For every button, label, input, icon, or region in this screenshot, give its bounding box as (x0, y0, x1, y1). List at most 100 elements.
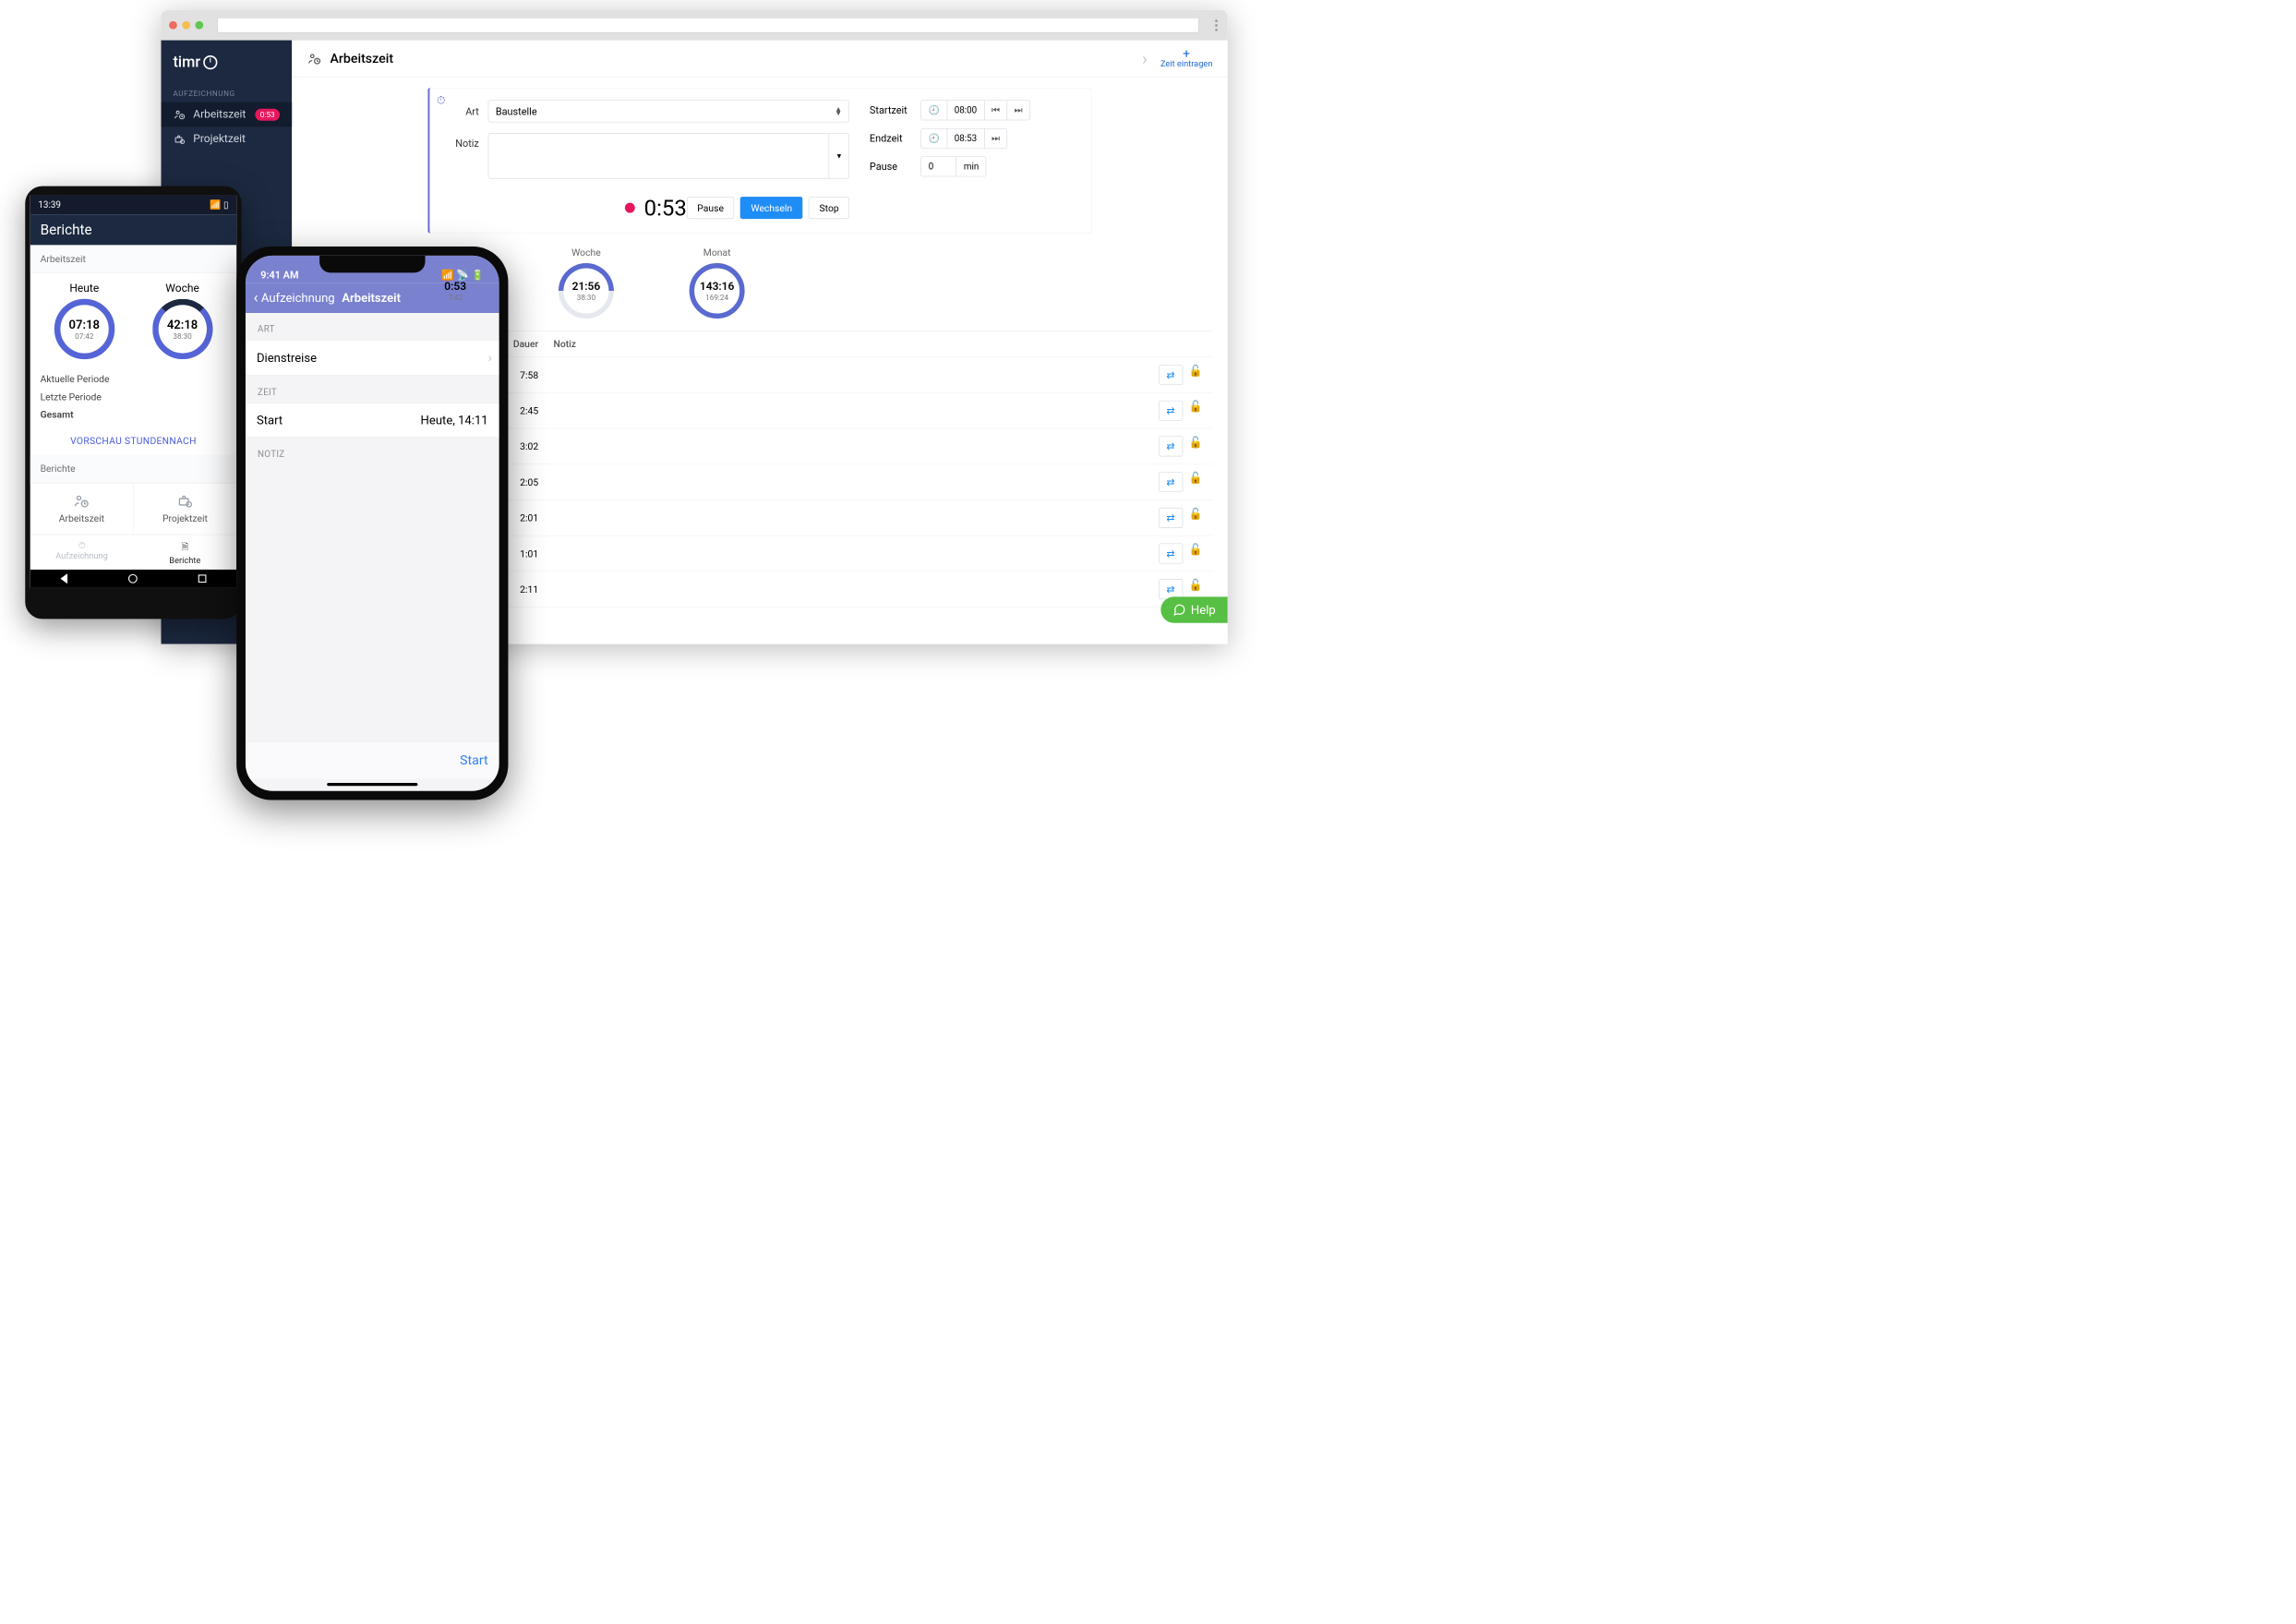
report-arbeitszeit-button[interactable]: Arbeitszeit (30, 484, 134, 535)
document-icon: 🗎 (182, 541, 188, 556)
period-item: Gesamt (41, 405, 227, 423)
sidebar-item-label: Arbeitszeit (193, 108, 246, 121)
summary-label: Woche (571, 247, 601, 259)
close-window-icon[interactable] (169, 21, 177, 30)
summary-sub: 38:30 (577, 293, 595, 302)
recents-icon[interactable] (198, 574, 207, 583)
back-chevron-icon[interactable]: ‹ (254, 289, 258, 307)
summary-woche: Woche 21:56 38:30 (559, 247, 614, 319)
url-bar[interactable] (217, 18, 1198, 32)
android-header: Berichte (30, 214, 236, 245)
briefcase-clock-icon (176, 494, 194, 509)
person-clock-icon (73, 494, 90, 509)
period-item: Aktuelle Periode (41, 370, 227, 388)
browser-chrome (161, 10, 1227, 41)
sidebar-item-arbeitszeit[interactable]: Arbeitszeit 0:53 (161, 102, 292, 127)
switch-icon[interactable]: ⇄ (1159, 437, 1183, 457)
time-entry-card: ⏱ Art Baustelle ▲▼ Notiz (427, 88, 1091, 234)
cell-label: Arbeitszeit (59, 512, 104, 524)
unlock-icon[interactable]: 🔓 (1189, 544, 1203, 564)
person-clock-icon (173, 109, 186, 120)
skip-back-icon[interactable]: ⏮ (984, 101, 1007, 120)
art-value: Dienstreise (257, 351, 317, 365)
switch-icon[interactable]: ⇄ (1159, 544, 1183, 564)
unlock-icon[interactable]: 🔓 (1189, 401, 1203, 421)
sidebar-item-label: Projektzeit (193, 133, 246, 146)
skip-forward-icon[interactable]: ⏭ (1007, 101, 1029, 120)
android-section-label: Arbeitszeit (30, 245, 236, 273)
startzeit-input[interactable]: 🕘 08:00 ⏮ ⏭ (921, 100, 1030, 120)
home-icon[interactable] (128, 574, 138, 583)
sidebar-item-projektzeit[interactable]: Projektzeit (161, 126, 292, 151)
section-zeit: ZEIT (246, 376, 499, 403)
maximize-window-icon[interactable] (195, 21, 203, 30)
help-button[interactable]: Help (1160, 596, 1228, 622)
endzeit-value: 08:53 (947, 129, 984, 149)
page-title: Arbeitszeit (331, 51, 394, 66)
browser-menu-icon[interactable] (1213, 18, 1220, 33)
report-projektzeit-button[interactable]: Projektzeit (134, 484, 236, 535)
logo-text: timr (173, 54, 200, 71)
section-art: ART (246, 313, 499, 340)
minimize-window-icon[interactable] (182, 21, 190, 30)
start-value: Heute, 14:11 (421, 413, 488, 427)
switch-icon[interactable]: ⇄ (1159, 365, 1183, 385)
help-label: Help (1191, 603, 1216, 617)
wechseln-button[interactable]: Wechseln (740, 197, 803, 219)
briefcase-clock-icon (173, 134, 186, 145)
dial-label: Woche (165, 283, 199, 295)
unlock-icon[interactable]: 🔓 (1189, 365, 1203, 385)
start-label: Start (257, 413, 282, 427)
iphone-device: 9:41 AM 📶 📡 🔋 ‹ Aufzeichnung Arbeitszeit… (236, 247, 508, 800)
start-button[interactable]: Start (246, 741, 499, 779)
switch-icon[interactable]: ⇄ (1159, 508, 1183, 528)
switch-icon[interactable]: ⇄ (1159, 401, 1183, 421)
summary-value: 21:56 (572, 280, 601, 293)
vorschau-link[interactable]: VORSCHAU STUNDENNACH (30, 429, 236, 455)
pause-value[interactable]: 0 (921, 157, 956, 176)
android-status-bar: 13:39 📶 ▯ (30, 195, 236, 214)
summary-value: 0:53 (444, 280, 466, 293)
record-dot-icon (625, 203, 635, 213)
topbar: Arbeitszeit ›› + Zeit eintragen (292, 41, 1228, 78)
back-label[interactable]: Aufzeichnung (261, 291, 335, 305)
tab-berichte[interactable]: 🗎 Berichte (133, 535, 236, 570)
skip-forward-icon[interactable]: ⏭ (984, 129, 1006, 149)
unlock-icon[interactable]: 🔓 (1189, 472, 1203, 492)
tab-aufzeichnung[interactable]: ⏱ Aufzeichnung (30, 535, 134, 570)
heute-dial: Heute 07:18 07:42 (54, 283, 114, 359)
summary-sub: 169:24 (705, 293, 728, 302)
pause-button[interactable]: Pause (687, 197, 735, 219)
clock-icon (203, 55, 217, 69)
iphone-title: Arbeitszeit (342, 291, 401, 305)
person-clock-icon (307, 52, 321, 65)
dial-sub: 38:30 (173, 331, 191, 341)
art-row[interactable]: Dienstreise › (246, 340, 499, 376)
unlock-icon[interactable]: 🔓 (1189, 437, 1203, 457)
stopwatch-icon: ⏱ (437, 94, 445, 107)
switch-icon[interactable]: ⇄ (1159, 472, 1183, 492)
android-time: 13:39 (38, 199, 60, 210)
notiz-textarea[interactable] (488, 133, 830, 178)
home-indicator[interactable] (327, 783, 417, 786)
back-icon[interactable] (61, 573, 68, 583)
art-value: Baustelle (496, 105, 537, 117)
summary-label: Monat (703, 247, 731, 259)
plus-icon: + (1183, 49, 1190, 59)
stopwatch-icon: ⏱ (78, 541, 85, 551)
zeit-eintragen-button[interactable]: + Zeit eintragen (1160, 49, 1213, 69)
pause-unit: min (956, 157, 986, 176)
summary-monat: Monat 143:16 169:24 (690, 247, 745, 319)
dial-value: 07:18 (69, 318, 100, 331)
art-select[interactable]: Baustelle ▲▼ (488, 100, 849, 122)
notiz-dropdown-button[interactable]: ▼ (829, 133, 849, 178)
th-notiz[interactable]: Notiz (538, 338, 1132, 350)
startzeit-label: Startzeit (870, 104, 915, 116)
stop-button[interactable]: Stop (809, 197, 849, 219)
sidebar-section-label: AUFZEICHNUNG (161, 84, 292, 102)
unlock-icon[interactable]: 🔓 (1189, 508, 1203, 528)
endzeit-input[interactable]: 🕘 08:53 ⏭ (921, 128, 1007, 149)
cell-label: Projektzeit (162, 512, 208, 524)
android-device: 13:39 📶 ▯ Berichte Arbeitszeit Heute 07:… (25, 186, 241, 620)
start-row[interactable]: Start Heute, 14:11 (246, 403, 499, 438)
